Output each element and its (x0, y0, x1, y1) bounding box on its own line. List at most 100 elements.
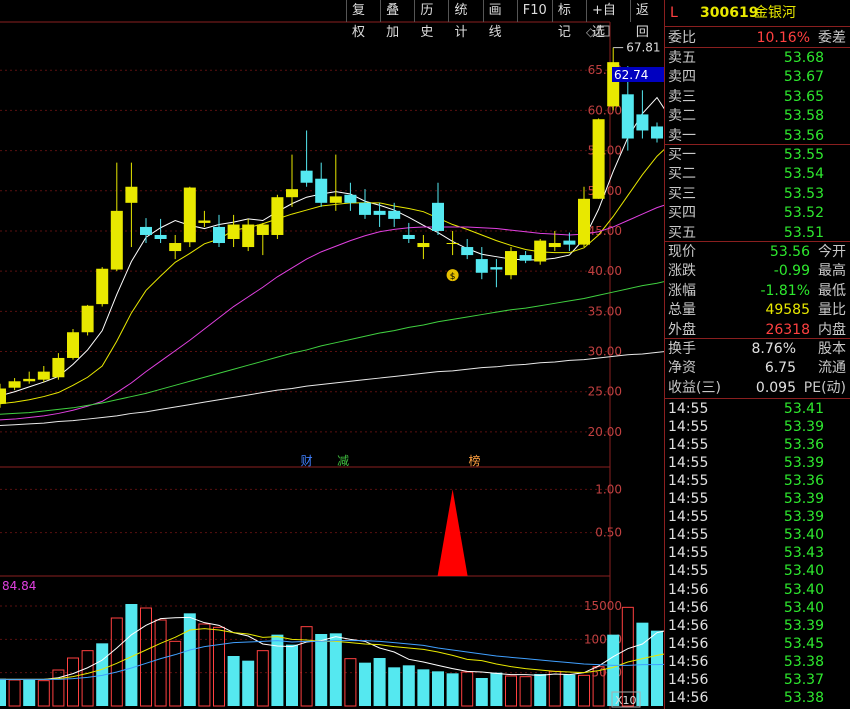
toolbar-button-6[interactable]: 标记 (551, 0, 586, 40)
volume-bar-down (329, 633, 342, 706)
volume-bar-down (417, 669, 430, 706)
quote-value: 53.56 (769, 244, 810, 260)
toolbar-button-5[interactable]: F10 (516, 0, 552, 22)
quote-label: 涨幅 (668, 282, 696, 299)
volume-bar-down (183, 613, 196, 706)
price-tick-label: 25.00 (588, 385, 622, 399)
candle-up (227, 224, 240, 239)
stat-value: 6.75 (764, 360, 796, 377)
chart-area[interactable]: 65.00 60.00 55.00 50.00 45.00 40.00 35.00 30.00… (0, 0, 664, 709)
bid-label: 买二 (668, 166, 696, 183)
bid-label: 买四 (668, 205, 696, 222)
quote-right-label: 今开 (818, 244, 846, 260)
ma-line-ma5 (0, 96, 664, 397)
weibi-value: 10.16% (756, 30, 810, 46)
bid-price: 53.54 (783, 166, 824, 183)
kline-chart[interactable]: 65.0060.0055.0050.0045.0040.0035.0030.00… (0, 0, 664, 709)
ma-line-ma120 (0, 351, 664, 426)
tick-time: 14:56 (668, 617, 709, 634)
ask-row: 卖五 53.68 (668, 49, 846, 67)
volume-bar-up (81, 650, 94, 707)
candle-up (592, 119, 605, 199)
volume-bar-down (315, 634, 328, 706)
ask-label: 卖二 (668, 108, 696, 125)
tick-price: 53.41 (783, 401, 824, 417)
tick-time: 14:55 (668, 437, 709, 454)
toolbar-button-3[interactable]: 统计 (448, 0, 482, 40)
candle-down (651, 126, 663, 139)
volume-bar-down (227, 656, 240, 706)
candle-up (548, 243, 561, 248)
volume-bar-down (242, 660, 255, 706)
tick-row: 14:56 53.38 (668, 653, 846, 671)
volume-bar-down (475, 678, 488, 706)
bid-price: 53.53 (783, 185, 824, 202)
candle-up (37, 371, 50, 380)
ask-price: 53.67 (783, 69, 824, 86)
toolbar-button-2[interactable]: 历史 (414, 0, 448, 40)
bid-price: 53.55 (783, 147, 824, 163)
tick-row: 14:56 53.37 (668, 671, 846, 689)
ask-price: 53.56 (783, 127, 824, 144)
tick-time: 14:56 (668, 599, 709, 616)
ma-line-ma20 (0, 204, 664, 421)
bid-row: 买四 53.52 (668, 204, 846, 222)
stock-code: 300619 (700, 5, 759, 21)
tick-time: 14:55 (668, 545, 709, 562)
volume-bar-down (534, 674, 547, 706)
toolbar-button-0[interactable]: 复权 (346, 0, 380, 40)
tick-row: 14:55 53.36 (668, 472, 846, 490)
tick-time: 14:56 (668, 671, 709, 688)
volume-bar-up (621, 606, 634, 707)
ask-row: 卖二 53.58 (668, 107, 846, 125)
candle-up (67, 332, 79, 358)
candle-down (300, 170, 313, 183)
toolbar-button-7[interactable]: +自选 (585, 0, 630, 40)
quote-right-label: 内盘 (818, 321, 846, 338)
candle-up (578, 198, 590, 245)
candle-up (446, 243, 459, 245)
candle-down (388, 210, 401, 219)
candle-down (475, 259, 488, 273)
candle-up (242, 224, 255, 248)
tick-price: 53.40 (783, 581, 824, 598)
volume-bar-down (563, 674, 576, 706)
candle-down (461, 247, 474, 256)
stat-right-label: PE(动) (803, 379, 846, 396)
candle-up (23, 378, 36, 382)
quote-label: 总量 (668, 302, 696, 319)
toolbar-button-1[interactable]: 叠加 (380, 0, 414, 40)
toolbar-button-8[interactable]: 返回 (629, 0, 664, 40)
tick-row: 14:56 53.45 (668, 635, 846, 653)
candle-down (563, 240, 576, 245)
tick-row: 14:55 53.39 (668, 454, 846, 472)
tick-row: 14:56 53.38 (668, 689, 846, 707)
volume-bar-down (432, 671, 444, 706)
volume-bar-up (578, 674, 590, 707)
tick-price: 53.40 (783, 563, 824, 580)
bid-row: 买一 53.55 (668, 146, 846, 164)
stat-label: 净资 (668, 360, 696, 377)
volume-max-label: 84.84 (2, 579, 36, 593)
volume-bar-down (402, 665, 415, 706)
toolbar-button-4[interactable]: 画线 (482, 0, 517, 40)
price-tick-label: 20.00 (588, 425, 622, 439)
stat-row: 净资 6.75 流通 (668, 359, 846, 377)
volume-bar-down (388, 667, 401, 706)
candle-down (154, 234, 167, 239)
candle-up (0, 388, 6, 404)
volume-bar-down (446, 673, 459, 706)
candle-up (256, 224, 269, 235)
tick-time: 14:56 (668, 653, 709, 670)
tick-price: 53.39 (783, 509, 824, 526)
stat-label: 换手 (668, 341, 696, 357)
tick-row: 14:55 53.39 (668, 508, 846, 526)
candle-down (344, 194, 357, 203)
tick-price: 53.43 (783, 545, 824, 562)
indicator-tick-label: 0.50 (595, 526, 622, 540)
volume-bar-down (359, 662, 371, 706)
weibi-label: 委比 (668, 30, 696, 46)
ask-row: 卖一 53.56 (668, 127, 846, 145)
tick-time: 14:56 (668, 635, 709, 652)
candle-down (490, 267, 503, 270)
